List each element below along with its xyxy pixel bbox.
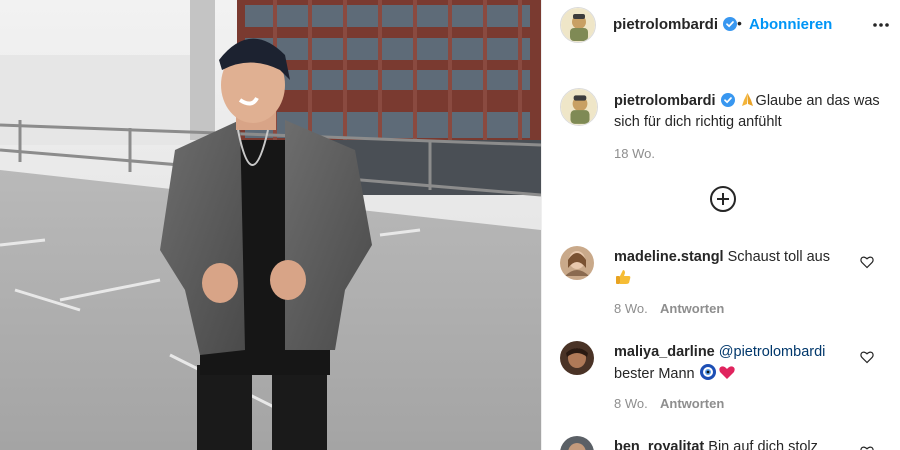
comment-text: Schaust toll aus [727,249,830,265]
comment-body: ben_royalitat Bin auf dich stolz [614,437,854,450]
plus-circle-icon[interactable] [709,185,737,213]
comment-avatar[interactable] [560,436,594,450]
verified-badge-icon [720,93,735,107]
author-username[interactable]: pietrolombardi [613,16,738,33]
comment-avatar[interactable] [560,246,594,280]
thumbs-up-emoji [616,270,631,284]
post-image [0,0,541,450]
reply-button[interactable]: Antworten [660,396,724,411]
comment-body: madeline.stangl Schaust toll aus [614,247,854,290]
comment-text: Bin auf dich stolz [708,439,818,450]
folded-hands-emoji [741,93,753,106]
caption-author-username[interactable]: pietrolombardi [614,93,716,109]
header-separator: • [737,15,742,31]
comment-username[interactable]: ben_royalitat [614,439,704,450]
caption-timestamp[interactable]: 18 Wo. [614,146,655,161]
caption-author-avatar[interactable] [560,88,598,126]
heart-icon[interactable] [860,350,874,364]
post-photo[interactable] [0,0,541,450]
verified-badge-icon [723,17,738,31]
instagram-post: pietrolombardi • Abonnieren pietrolombar… [0,0,900,450]
comments-panel: pietrolombardi • Abonnieren pietrolombar… [541,0,900,450]
heart-icon[interactable] [860,445,874,450]
post-header: pietrolombardi • Abonnieren [542,0,900,50]
comment-timestamp[interactable]: 8 Wo. [614,396,648,411]
comment-avatar[interactable] [560,341,594,375]
more-options-icon[interactable] [871,16,891,34]
reply-button[interactable]: Antworten [660,301,724,316]
comment-username[interactable]: madeline.stangl [614,249,724,265]
nazar-and-heart-emoji [699,364,735,380]
follow-button[interactable]: Abonnieren [749,16,832,33]
post-caption: pietrolombardi Glaube an das was sich fü… [614,91,884,133]
comment-mention-link[interactable]: @pietrolombardi [719,344,826,360]
author-avatar[interactable] [560,7,596,43]
comment-body: maliya_darline @pietrolombardi bester Ma… [614,342,854,385]
author-username-text: pietrolombardi [613,16,719,33]
comment-username[interactable]: maliya_darline [614,344,715,360]
comment-text: bester Mann [614,366,695,382]
comment-timestamp[interactable]: 8 Wo. [614,301,648,316]
heart-icon[interactable] [860,255,874,269]
